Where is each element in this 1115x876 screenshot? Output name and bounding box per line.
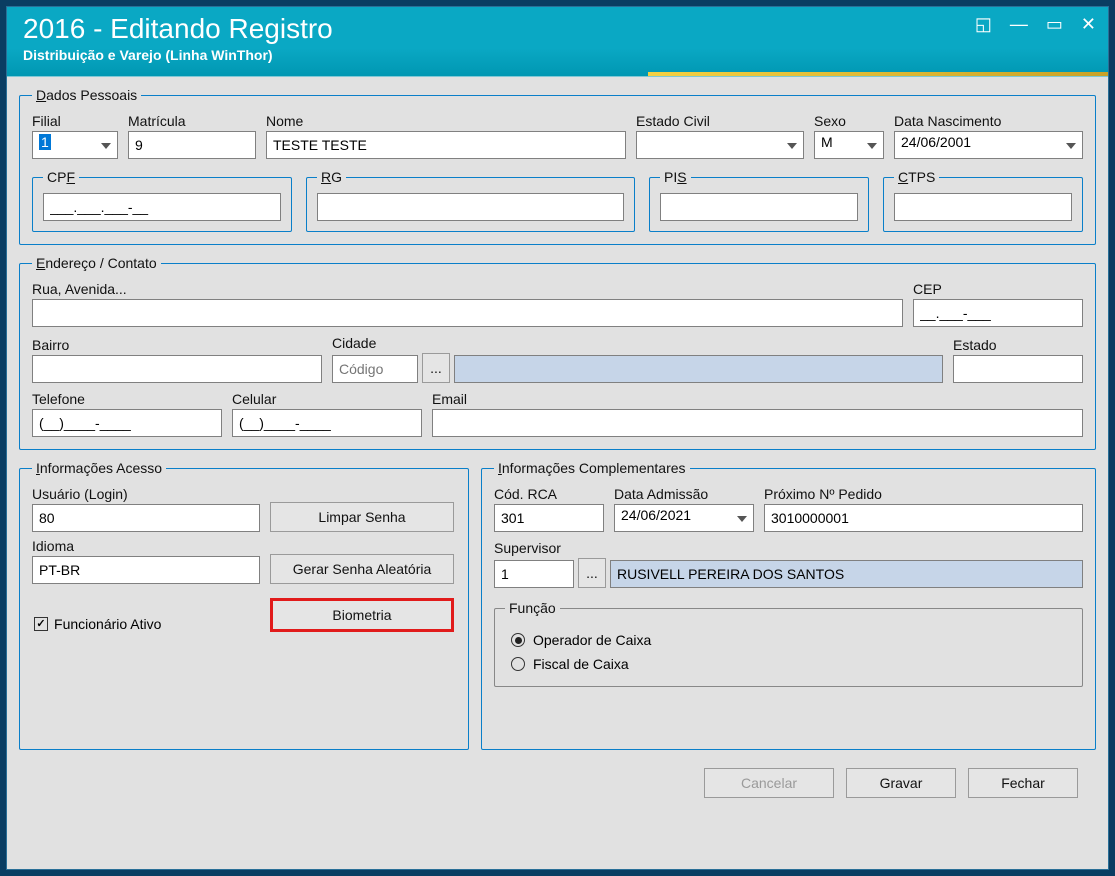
biometria-button[interactable]: Biometria: [270, 598, 454, 632]
estado-input[interactable]: [953, 355, 1083, 383]
radio-operador[interactable]: [511, 633, 525, 647]
cancelar-button[interactable]: Cancelar: [704, 768, 834, 798]
limpar-senha-button[interactable]: Limpar Senha: [270, 502, 454, 532]
titlebar: 2016 - Editando Registro Distribuição e …: [7, 7, 1108, 77]
celular-input[interactable]: [232, 409, 422, 437]
rg-legend: RG: [317, 169, 346, 185]
estado-label: Estado: [953, 337, 1083, 353]
minimize-icon[interactable]: —: [1010, 15, 1028, 33]
legend-compl: Informações Complementares: [494, 460, 690, 476]
maximize-icon[interactable]: ▭: [1046, 15, 1063, 33]
legend-acesso: Informações Acesso: [32, 460, 166, 476]
cep-label: CEP: [913, 281, 1083, 297]
fieldset-rg: RG: [306, 169, 635, 232]
fieldset-ctps: CTPS: [883, 169, 1083, 232]
prox-pedido-label: Próximo Nº Pedido: [764, 486, 1083, 502]
telefone-input[interactable]: [32, 409, 222, 437]
data-adm-label: Data Admissão: [614, 486, 754, 502]
ctps-input[interactable]: [894, 193, 1072, 221]
matricula-label: Matrícula: [128, 113, 256, 129]
data-nasc-input[interactable]: 24/06/2001: [894, 131, 1083, 159]
supervisor-label: Supervisor: [494, 540, 1083, 556]
pis-legend: PIS: [660, 169, 691, 185]
app-window: 2016 - Editando Registro Distribuição e …: [6, 6, 1109, 870]
bairro-input[interactable]: [32, 355, 322, 383]
data-adm-input[interactable]: 24/06/2021: [614, 504, 754, 532]
window-controls: ◱ — ▭ ✕: [975, 15, 1096, 33]
radio-fiscal-label: Fiscal de Caixa: [533, 656, 629, 672]
bairro-label: Bairro: [32, 337, 322, 353]
login-label: Usuário (Login): [32, 486, 260, 502]
cod-rca-input[interactable]: [494, 504, 604, 532]
fieldset-pis: PIS: [649, 169, 869, 232]
cidade-codigo-input[interactable]: [332, 355, 418, 383]
ctps-legend: CTPS: [894, 169, 939, 185]
window-title: 2016 - Editando Registro: [23, 15, 1092, 43]
estado-civil-select[interactable]: [636, 131, 804, 159]
email-label: Email: [432, 391, 1083, 407]
email-input[interactable]: [432, 409, 1083, 437]
legend-endereco: Endereço / Contato: [32, 255, 161, 271]
supervisor-lookup-button[interactable]: ...: [578, 558, 606, 588]
fieldset-endereco: Endereço / Contato Rua, Avenida... CEP B…: [19, 255, 1096, 450]
idioma-input[interactable]: [32, 556, 260, 584]
data-nasc-label: Data Nascimento: [894, 113, 1083, 129]
funcionario-ativo-checkbox[interactable]: [34, 617, 48, 631]
cidade-label: Cidade: [332, 335, 943, 351]
supervisor-name-display: RUSIVELL PEREIRA DOS SANTOS: [610, 560, 1083, 588]
cpf-legend: CPF: [43, 169, 79, 185]
cep-input[interactable]: [913, 299, 1083, 327]
cidade-display: [454, 355, 943, 383]
sexo-label: Sexo: [814, 113, 884, 129]
sexo-select[interactable]: M: [814, 131, 884, 159]
supervisor-code-input[interactable]: [494, 560, 574, 588]
filial-label: Filial: [32, 113, 118, 129]
login-input[interactable]: [32, 504, 260, 532]
content-area: Dados Pessoais Filial 1 Matrícula Nome E…: [7, 77, 1108, 808]
fieldset-dados-pessoais: Dados Pessoais Filial 1 Matrícula Nome E…: [19, 87, 1096, 245]
rua-label: Rua, Avenida...: [32, 281, 903, 297]
fieldset-cpf: CPF: [32, 169, 292, 232]
funcionario-ativo-label: Funcionário Ativo: [54, 616, 161, 632]
pis-input[interactable]: [660, 193, 858, 221]
estado-civil-label: Estado Civil: [636, 113, 804, 129]
radio-fiscal[interactable]: [511, 657, 525, 671]
fechar-button[interactable]: Fechar: [968, 768, 1078, 798]
nome-label: Nome: [266, 113, 626, 129]
cidade-lookup-button[interactable]: ...: [422, 353, 450, 383]
fieldset-acesso: Informações Acesso Usuário (Login) Limpa…: [19, 460, 469, 750]
idioma-label: Idioma: [32, 538, 260, 554]
rg-input[interactable]: [317, 193, 624, 221]
gravar-button[interactable]: Gravar: [846, 768, 956, 798]
legend-funcao: Função: [505, 600, 560, 616]
restore-icon[interactable]: ◱: [975, 15, 992, 33]
close-icon[interactable]: ✕: [1081, 15, 1096, 33]
gerar-senha-button[interactable]: Gerar Senha Aleatória: [270, 554, 454, 584]
filial-select[interactable]: 1: [32, 131, 118, 159]
rua-input[interactable]: [32, 299, 903, 327]
cpf-input[interactable]: [43, 193, 281, 221]
celular-label: Celular: [232, 391, 422, 407]
radio-operador-label: Operador de Caixa: [533, 632, 651, 648]
telefone-label: Telefone: [32, 391, 222, 407]
prox-pedido-input[interactable]: [764, 504, 1083, 532]
fieldset-funcao: Função Operador de Caixa Fiscal de Caixa: [494, 600, 1083, 687]
legend-dados: Dados Pessoais: [32, 87, 141, 103]
cod-rca-label: Cód. RCA: [494, 486, 604, 502]
fieldset-complementares: Informações Complementares Cód. RCA Data…: [481, 460, 1096, 750]
matricula-input[interactable]: [128, 131, 256, 159]
nome-input[interactable]: [266, 131, 626, 159]
window-subtitle: Distribuição e Varejo (Linha WinThor): [23, 47, 1092, 63]
